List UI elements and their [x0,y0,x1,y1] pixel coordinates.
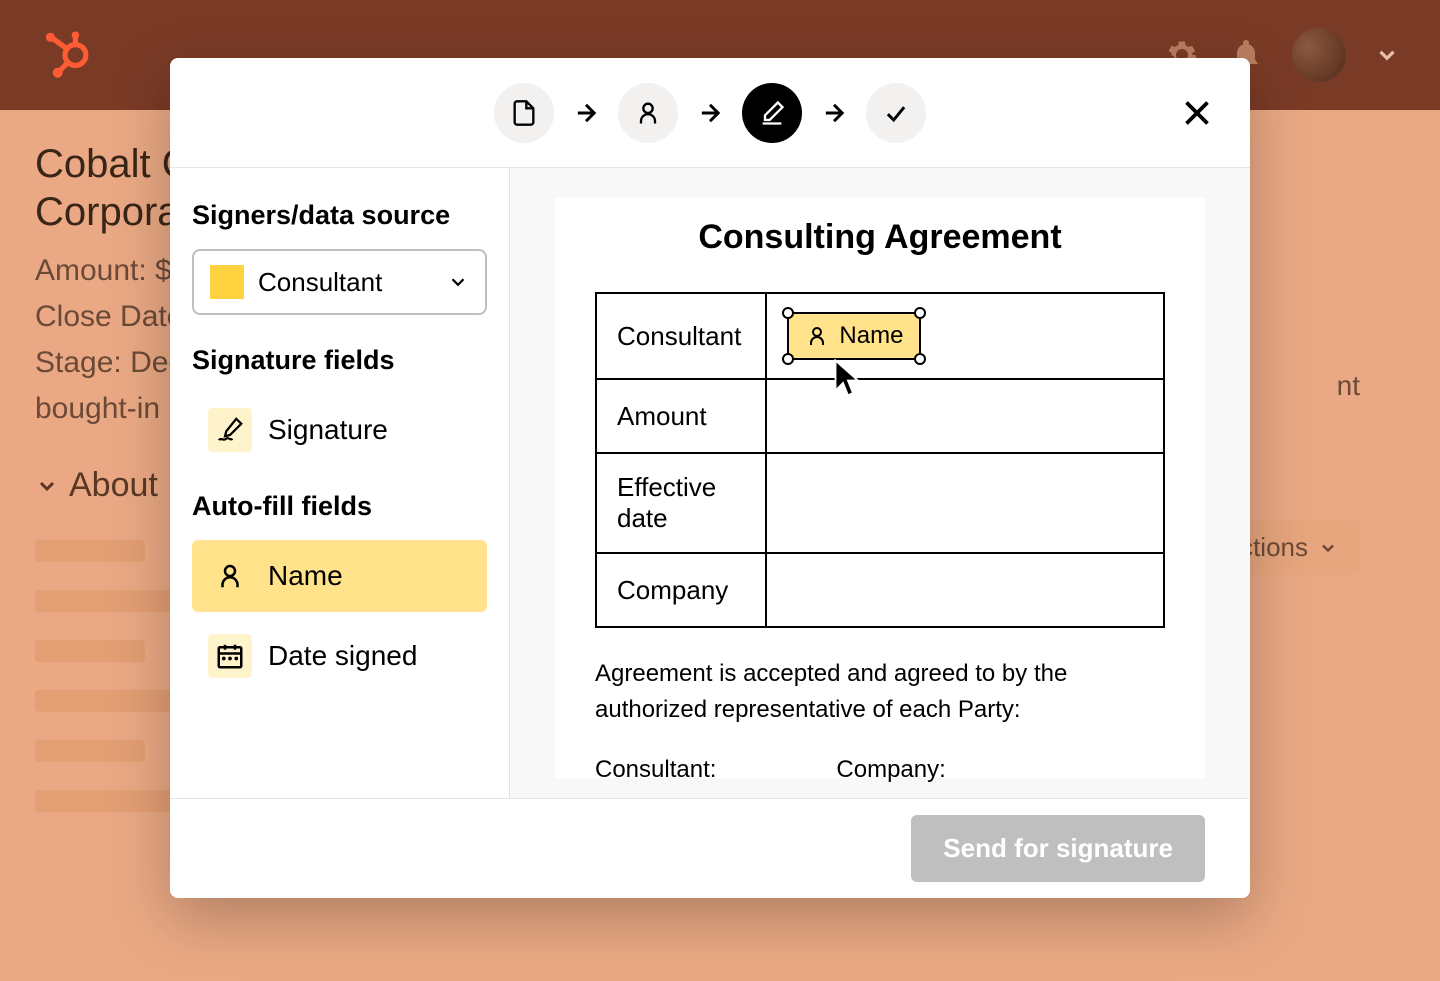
signer-dropdown[interactable]: Consultant [192,249,487,315]
name-field-chip[interactable]: Name [787,312,921,360]
signature-label: Signature [268,414,388,446]
row-company-value[interactable] [766,553,1164,627]
arrow-icon [820,99,848,127]
step-document[interactable] [494,83,554,143]
field-name[interactable]: Name [192,540,487,612]
step-edit[interactable] [742,83,802,143]
account-chevron-down-icon[interactable] [1374,42,1400,68]
esign-modal: Signers/data source Consultant Signature… [170,58,1250,898]
step-review[interactable] [866,83,926,143]
row-effective-date-label: Effective date [596,453,766,553]
sign-consultant-label: Consultant: [595,756,716,784]
avatar[interactable] [1292,28,1346,82]
row-effective-date-value[interactable] [766,453,1164,553]
field-date-signed[interactable]: Date signed [192,620,487,692]
sigfields-title: Signature fields [192,345,487,376]
hubspot-logo-icon[interactable] [40,30,90,80]
row-consultant-value[interactable]: Name [766,293,1164,379]
name-label: Name [268,560,343,592]
close-icon[interactable] [1179,95,1215,131]
document-title: Consulting Agreement [595,218,1165,257]
left-panel: Signers/data source Consultant Signature… [170,168,510,798]
signer-color-swatch [210,265,244,299]
arrow-icon [572,99,600,127]
modal-footer: Send for signature [170,798,1250,898]
document-canvas[interactable]: Consulting Agreement Consultant [510,168,1250,798]
signature-icon [208,408,252,452]
sign-company-label: Company: [836,756,945,784]
chevron-down-icon [447,271,469,293]
signers-title: Signers/data source [192,200,487,231]
arrow-icon [696,99,724,127]
signer-dropdown-value: Consultant [258,267,433,298]
date-signed-label: Date signed [268,640,417,672]
field-signature[interactable]: Signature [192,394,487,466]
send-for-signature-button[interactable]: Send for signature [911,815,1205,882]
bg-right-fragment: nt [1337,370,1360,402]
person-icon [208,554,252,598]
step-signer[interactable] [618,83,678,143]
row-company-label: Company [596,553,766,627]
row-amount-value[interactable] [766,379,1164,453]
person-icon [805,324,829,348]
row-amount-label: Amount [596,379,766,453]
row-consultant-label: Consultant [596,293,766,379]
agreement-text: Agreement is accepted and agreed to by t… [595,656,1165,728]
autofill-title: Auto-fill fields [192,491,487,522]
document-table: Consultant Name [595,292,1165,628]
calendar-icon [208,634,252,678]
modal-stepper [170,58,1250,168]
